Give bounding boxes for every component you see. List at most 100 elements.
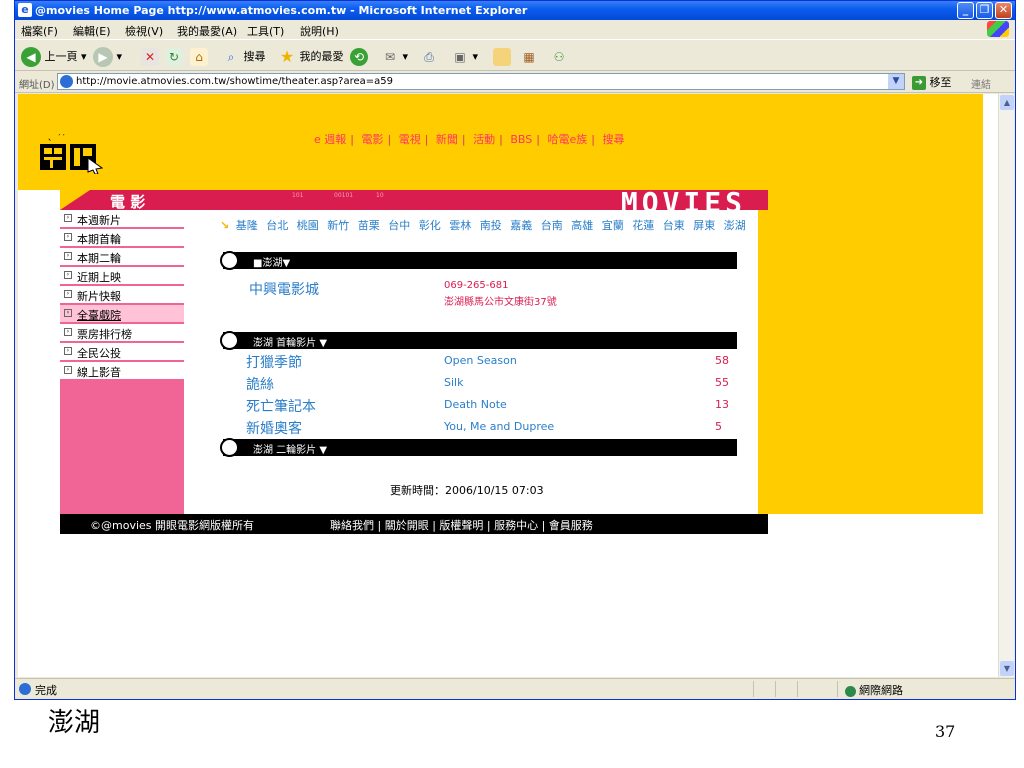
- nav-movies[interactable]: 電影: [361, 133, 383, 146]
- title-bar[interactable]: e @movies Home Page http://www.atmovies.…: [15, 1, 1015, 20]
- sidebar-item-this-week[interactable]: › 本週新片: [60, 210, 184, 228]
- region-taitung[interactable]: 台東: [663, 219, 685, 232]
- nav-news[interactable]: 新聞: [436, 133, 458, 146]
- sidebar-item-box-office[interactable]: › 票房排行榜: [60, 324, 184, 342]
- region-hsinchu[interactable]: 新竹: [327, 219, 349, 232]
- region-chiayi[interactable]: 嘉義: [510, 219, 532, 232]
- region-miaoli[interactable]: 苗栗: [358, 219, 380, 232]
- back-arrow-icon: ◀: [21, 47, 41, 67]
- region-hualien[interactable]: 花蓮: [632, 219, 654, 232]
- film-title-en[interactable]: Open Season: [444, 354, 517, 367]
- nav-tv[interactable]: 電視: [399, 133, 421, 146]
- film-title-en[interactable]: Death Note: [444, 398, 507, 411]
- forward-button[interactable]: ▶ ▾: [93, 46, 122, 68]
- search-button[interactable]: ⌕ 搜尋: [222, 46, 266, 68]
- region-yunlin[interactable]: 雲林: [449, 219, 471, 232]
- atmovies-logo[interactable]: 、 ′ ′: [38, 132, 106, 174]
- favorites-button[interactable]: ★ 我的最愛: [278, 46, 344, 68]
- refresh-button[interactable]: ↻: [165, 46, 183, 68]
- area-bar[interactable]: ■澎湖▼: [220, 251, 737, 270]
- site-footer: ©@movies 開眼電影網版權所有 聯絡我們 | 關於開眼 | 版權聲明 | …: [60, 514, 768, 534]
- sidebar-item-theaters[interactable]: › 全臺戲院: [60, 305, 184, 323]
- film-title-zh[interactable]: 打獵季節: [246, 352, 302, 372]
- back-button[interactable]: ◀ 上一頁 ▾: [21, 46, 87, 68]
- menu-tools[interactable]: 工具(T): [247, 23, 284, 39]
- status-bar: 完成 網際網路: [15, 678, 1015, 699]
- region-taoyuan[interactable]: 桃園: [297, 219, 319, 232]
- footer-copyright: ©@movies 開眼電影網版權所有: [90, 519, 255, 532]
- sidebar-item-new-releases[interactable]: › 新片快報: [60, 286, 184, 304]
- region-nantou[interactable]: 南投: [480, 219, 502, 232]
- nav-e-weekly[interactable]: e 週報: [314, 133, 346, 146]
- vertical-scrollbar[interactable]: ▲ ▼: [998, 94, 1014, 677]
- film-row[interactable]: 新婚奧客 You, Me and Dupree 5: [246, 418, 726, 438]
- sidebar-item-coming-soon[interactable]: › 近期上映: [60, 267, 184, 285]
- close-button[interactable]: ✕: [995, 2, 1012, 19]
- window-title: @movies Home Page http://www.atmovies.co…: [35, 4, 528, 17]
- film-title-zh[interactable]: 詭絲: [246, 374, 274, 394]
- region-tainan[interactable]: 台南: [541, 219, 563, 232]
- bullet-icon: ›: [64, 290, 72, 298]
- mail-icon: ✉: [384, 50, 396, 64]
- go-label: 移至: [929, 76, 952, 89]
- second-run-bar[interactable]: 澎湖 二輪影片 ▼: [220, 438, 737, 457]
- menu-favorites[interactable]: 我的最愛(A): [177, 23, 237, 39]
- footer-links[interactable]: 聯絡我們 | 關於開眼 | 版權聲明 | 服務中心 | 會員服務: [330, 517, 593, 533]
- right-background: [758, 94, 983, 514]
- film-row[interactable]: 詭絲 Silk 55: [246, 374, 729, 394]
- film-row[interactable]: 打獵季節 Open Season 58: [246, 352, 729, 372]
- go-button[interactable]: ➜ 移至: [912, 74, 952, 90]
- messenger-button[interactable]: ⚇: [550, 46, 568, 68]
- region-keelung[interactable]: 基隆: [236, 219, 258, 232]
- sidebar-item-first-run[interactable]: › 本期首輪: [60, 229, 184, 247]
- menu-view[interactable]: 檢視(V): [125, 23, 163, 39]
- sidebar-item-poll[interactable]: › 全民公投: [60, 343, 184, 361]
- sidebar-item-video[interactable]: › 線上影音: [60, 362, 184, 380]
- nav-fan-club[interactable]: 哈電e族: [547, 133, 587, 146]
- theater-name[interactable]: 中興電影城: [249, 279, 319, 299]
- nav-events[interactable]: 活動: [473, 133, 495, 146]
- region-pingtung[interactable]: 屏東: [693, 219, 715, 232]
- home-button[interactable]: ⌂: [190, 46, 208, 68]
- links-toolbar[interactable]: 連結: [971, 76, 991, 91]
- film-title-en[interactable]: You, Me and Dupree: [444, 420, 554, 433]
- stop-button[interactable]: ✕: [141, 46, 159, 68]
- region-taichung[interactable]: 台中: [388, 219, 410, 232]
- scroll-up-icon[interactable]: ▲: [1000, 95, 1014, 110]
- maximize-button[interactable]: ❐: [976, 2, 993, 19]
- sidebar-item-label: 線上影音: [77, 366, 121, 379]
- address-input[interactable]: http://movie.atmovies.com.tw/showtime/th…: [57, 73, 905, 90]
- folder-button[interactable]: [493, 46, 511, 68]
- film-title-zh[interactable]: 死亡筆記本: [246, 396, 316, 416]
- region-taipei[interactable]: 台北: [266, 219, 288, 232]
- refresh-icon: ↻: [165, 48, 183, 66]
- menu-file[interactable]: 檔案(F): [21, 23, 58, 39]
- minimize-button[interactable]: _: [957, 2, 974, 19]
- region-kaohsiung[interactable]: 高雄: [571, 219, 593, 232]
- region-yilan[interactable]: 宜蘭: [602, 219, 624, 232]
- research-button[interactable]: ▦: [520, 46, 538, 68]
- menu-edit[interactable]: 編輯(E): [73, 23, 111, 39]
- nav-search[interactable]: 搜尋: [602, 133, 624, 146]
- history-button[interactable]: ⟲: [350, 46, 368, 68]
- status-divider: [753, 681, 754, 697]
- scroll-down-icon[interactable]: ▼: [1000, 661, 1014, 676]
- circle-bullet-icon: [220, 438, 239, 457]
- region-penghu[interactable]: 澎湖: [724, 219, 746, 232]
- bullet-icon: ›: [64, 347, 72, 355]
- region-changhua[interactable]: 彰化: [419, 219, 441, 232]
- second-run-label: 澎湖 二輪影片 ▼: [253, 445, 328, 456]
- ie-window: e @movies Home Page http://www.atmovies.…: [14, 0, 1016, 700]
- first-run-bar[interactable]: 澎湖 首輪影片 ▼: [220, 331, 737, 350]
- film-row[interactable]: 死亡筆記本 Death Note 13: [246, 396, 729, 416]
- edit-button[interactable]: ▣ ▾: [451, 46, 478, 68]
- nav-bbs[interactable]: BBS: [510, 133, 532, 146]
- sidebar-item-second-run[interactable]: › 本期二輪: [60, 248, 184, 266]
- first-run-label: 澎湖 首輪影片 ▼: [253, 338, 328, 349]
- address-dropdown-button[interactable]: ▼: [888, 74, 904, 89]
- menu-help[interactable]: 說明(H): [300, 23, 339, 39]
- mail-button[interactable]: ✉ ▾: [381, 46, 408, 68]
- print-button[interactable]: ⎙: [420, 46, 438, 68]
- film-title-en[interactable]: Silk: [444, 376, 463, 389]
- film-title-zh[interactable]: 新婚奧客: [246, 418, 302, 438]
